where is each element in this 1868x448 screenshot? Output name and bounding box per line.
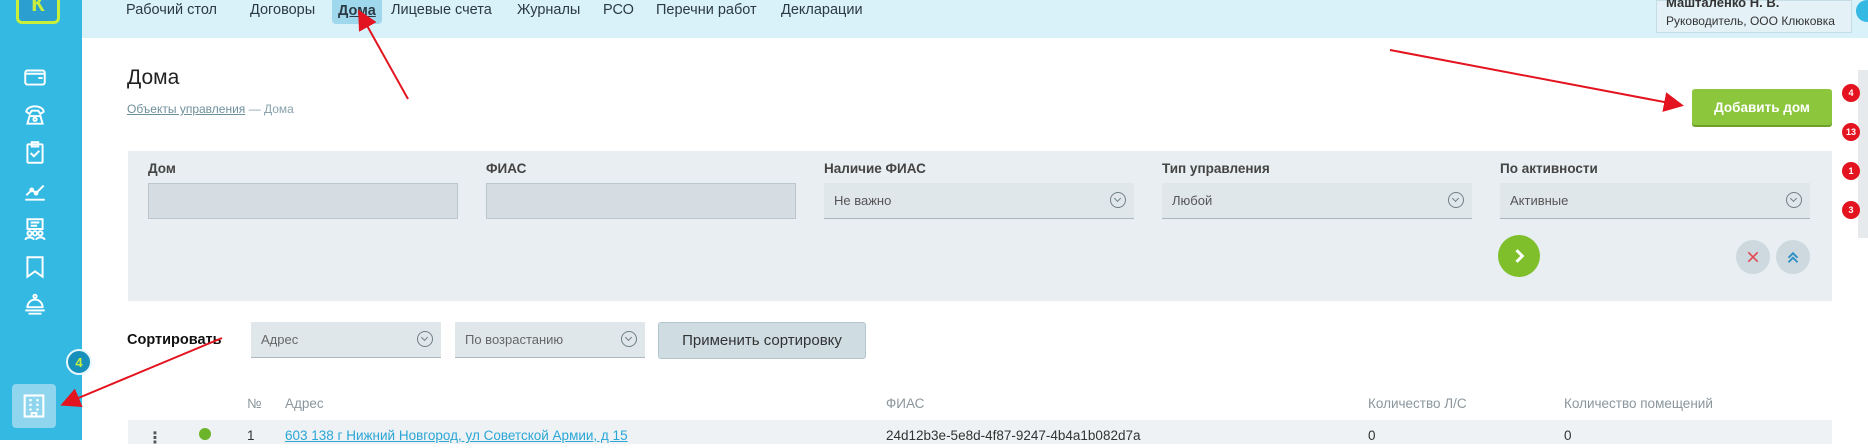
filter-mgmt-type-label: Тип управления <box>1162 161 1270 176</box>
chevron-down-icon <box>1786 192 1802 208</box>
app-logo[interactable]: К <box>16 0 60 24</box>
page-title: Дома <box>127 66 180 89</box>
filter-panel: Дом ФИАС Наличие ФИАС Не важно Тип управ… <box>128 151 1832 301</box>
column-header-number: № <box>247 396 262 411</box>
building-icon <box>23 394 45 418</box>
clear-filter-button[interactable] <box>1736 240 1770 274</box>
filter-house-label: Дом <box>148 161 176 176</box>
sidebar-item-tasks[interactable] <box>18 136 52 170</box>
notification-badge: 4 <box>1842 84 1860 102</box>
sort-field-select[interactable]: Адрес <box>251 322 441 358</box>
breadcrumb-link-objects[interactable]: Объекты управления <box>127 102 245 116</box>
column-header-accounts[interactable]: Количество Л/С <box>1368 396 1467 411</box>
breadcrumb-current: Дома <box>263 102 294 116</box>
collapse-filter-button[interactable] <box>1776 240 1810 274</box>
close-icon <box>1747 251 1759 263</box>
nav-item-journals[interactable]: Журналы <box>511 0 586 20</box>
nav-item-rso[interactable]: РСО <box>597 0 640 20</box>
column-header-address[interactable]: Адрес <box>285 396 324 411</box>
phone-icon <box>25 105 45 125</box>
nav-item-desktop[interactable]: Рабочий стол <box>120 0 223 20</box>
nav-item-houses[interactable]: Дома <box>332 0 382 24</box>
activity-value: Активные <box>1510 193 1569 208</box>
house-filter-input[interactable] <box>148 183 458 219</box>
notification-badge: 3 <box>1842 201 1860 219</box>
chevron-down-icon <box>1448 192 1464 208</box>
nav-item-accounts[interactable]: Лицевые счета <box>385 0 498 20</box>
apply-filter-button[interactable] <box>1498 235 1540 277</box>
status-active-icon <box>199 428 211 440</box>
row-rooms: 0 <box>1564 428 1572 443</box>
nav-item-work-lists[interactable]: Перечни работ <box>650 0 763 20</box>
row-number: 1 <box>247 428 255 443</box>
service-bell-icon <box>25 293 45 315</box>
sort-field-value: Адрес <box>261 332 299 347</box>
mgmt-type-value: Любой <box>1172 193 1213 208</box>
user-name: Машталенко Н. В. <box>1666 0 1780 10</box>
sidebar-item-people[interactable] <box>18 212 52 246</box>
chevron-right-icon <box>1515 249 1525 263</box>
notification-badge: 13 <box>1842 123 1860 141</box>
sidebar-item-analytics[interactable] <box>18 174 52 208</box>
notification-badge: 1 <box>1842 162 1860 180</box>
sidebar-item-services[interactable] <box>18 288 52 322</box>
flag-icon <box>26 256 44 279</box>
sidebar-item-wallet[interactable] <box>18 60 52 94</box>
sidebar-item-flag[interactable] <box>18 250 52 284</box>
activity-select[interactable]: Активные <box>1500 183 1810 219</box>
nav-item-declarations[interactable]: Декларации <box>775 0 869 20</box>
filter-activity-label: По активности <box>1500 161 1598 176</box>
nav-item-contracts[interactable]: Договоры <box>244 0 321 20</box>
top-navigation: Рабочий стол Договоры Дома Лицевые счета… <box>82 0 1868 38</box>
chevron-down-icon <box>621 331 637 347</box>
row-address-link[interactable]: 603 138 г Нижний Новгород, ул Советской … <box>285 428 628 443</box>
people-list-icon <box>24 218 46 241</box>
filter-fias-presence-label: Наличие ФИАС <box>824 161 926 176</box>
double-chevron-up-icon <box>1787 251 1799 263</box>
row-fias: 24d12b3e-5e8d-4f87-9247-4b4a1b082d7a <box>886 428 1141 443</box>
column-header-rooms[interactable]: Количество помещений <box>1564 396 1713 411</box>
chevron-down-icon <box>1110 192 1126 208</box>
user-menu[interactable]: Машталенко Н. В. Руководитель, ООО Клюко… <box>1656 0 1852 33</box>
chart-icon <box>25 184 45 201</box>
fias-presence-select[interactable]: Не важно <box>824 183 1134 219</box>
fias-presence-value: Не важно <box>834 193 892 208</box>
user-role: Руководитель, ООО Клюковка <box>1666 14 1835 28</box>
annotation-arrow <box>1389 49 1684 112</box>
sort-order-value: По возрастанию <box>465 332 564 347</box>
sort-order-select[interactable]: По возрастанию <box>455 322 645 358</box>
sidebar-item-phone[interactable] <box>18 98 52 132</box>
fias-filter-input[interactable] <box>486 183 796 219</box>
sidebar-item-buildings[interactable] <box>12 384 56 428</box>
sort-label: Сортировать <box>127 332 222 348</box>
wallet-icon <box>24 69 46 86</box>
breadcrumb: Объекты управления — Дома <box>127 102 294 116</box>
column-header-fias[interactable]: ФИАС <box>886 396 924 411</box>
chevron-down-icon <box>417 331 433 347</box>
logo-letter: К <box>31 0 45 16</box>
breadcrumb-separator: — <box>245 102 264 116</box>
sidebar-badge: 4 <box>66 349 92 375</box>
sidebar: К 4 <box>0 0 92 440</box>
filter-fias-label: ФИАС <box>486 161 527 176</box>
add-house-button[interactable]: Добавить дом <box>1692 89 1832 125</box>
clipboard-check-icon <box>26 141 44 164</box>
row-accounts: 0 <box>1368 428 1376 443</box>
apply-sort-button[interactable]: Применить сортировку <box>658 322 866 359</box>
mgmt-type-select[interactable]: Любой <box>1162 183 1472 219</box>
row-menu-icon[interactable]: ⋮ <box>147 428 163 448</box>
